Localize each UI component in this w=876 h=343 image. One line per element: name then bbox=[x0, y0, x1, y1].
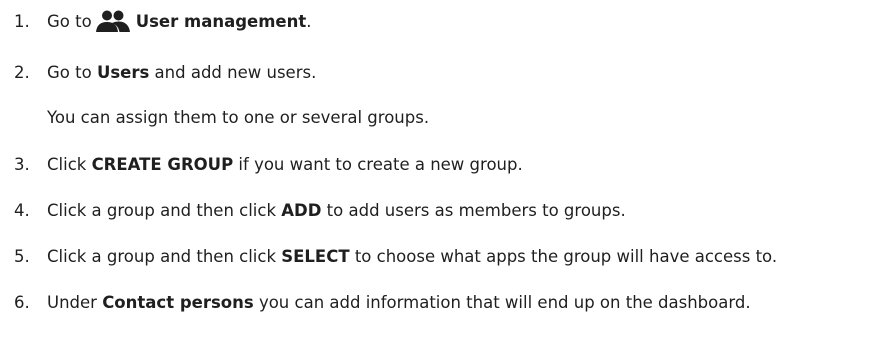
step-2-note: You can assign them to one or several gr… bbox=[47, 108, 430, 127]
step-number: 5. bbox=[14, 247, 30, 266]
step-text-pre: Go to bbox=[47, 12, 92, 31]
step-number: 3. bbox=[14, 155, 30, 174]
step-text-pre: Go to bbox=[47, 63, 97, 82]
step-text-post: and add new users. bbox=[149, 63, 317, 82]
step-text-post: . bbox=[306, 12, 312, 31]
step-text-bold: Contact persons bbox=[102, 293, 254, 312]
step-text-bold: Users bbox=[96, 63, 150, 82]
step-3: 3. Click CREATE GROUP if you want to crea… bbox=[14, 154, 523, 176]
users-icon bbox=[95, 10, 130, 38]
step-text-pre: Click a group and then click bbox=[47, 247, 282, 266]
step-text-bold: CREATE GROUP bbox=[91, 155, 234, 174]
step-text-pre: Click a group and then click bbox=[47, 201, 282, 220]
step-number: 1. bbox=[14, 12, 30, 31]
step-4: 4. Click a group and then click ADD to ad… bbox=[14, 200, 626, 222]
step-text-bold: User management bbox=[135, 12, 307, 31]
step-text-post: you can add information that will end up… bbox=[253, 293, 751, 312]
step-number: 4. bbox=[14, 201, 30, 220]
step-text-post: if you want to create a new group. bbox=[233, 155, 523, 174]
step-text-bold: SELECT bbox=[281, 247, 350, 266]
step-text-pre: Click bbox=[47, 155, 92, 174]
step-text-post: to choose what apps the group will have … bbox=[349, 247, 778, 266]
step-5: 5. Click a group and then click SELECT to… bbox=[14, 246, 777, 268]
step-text-pre: Under bbox=[47, 293, 103, 312]
step-number: 6. bbox=[14, 293, 30, 312]
step-text-post: to add users as members to groups. bbox=[321, 201, 626, 220]
step-2: 2. Go to Users and add new users. bbox=[14, 62, 316, 84]
step-1: 1. Go to User management. bbox=[14, 10, 311, 38]
step-text-bold: ADD bbox=[281, 201, 322, 220]
instruction-list: 1. Go to User management. 2. Go to Users a… bbox=[0, 0, 876, 343]
step-number: 2. bbox=[14, 63, 30, 82]
step-6: 6. Under Contact persons you can add info… bbox=[14, 292, 751, 314]
